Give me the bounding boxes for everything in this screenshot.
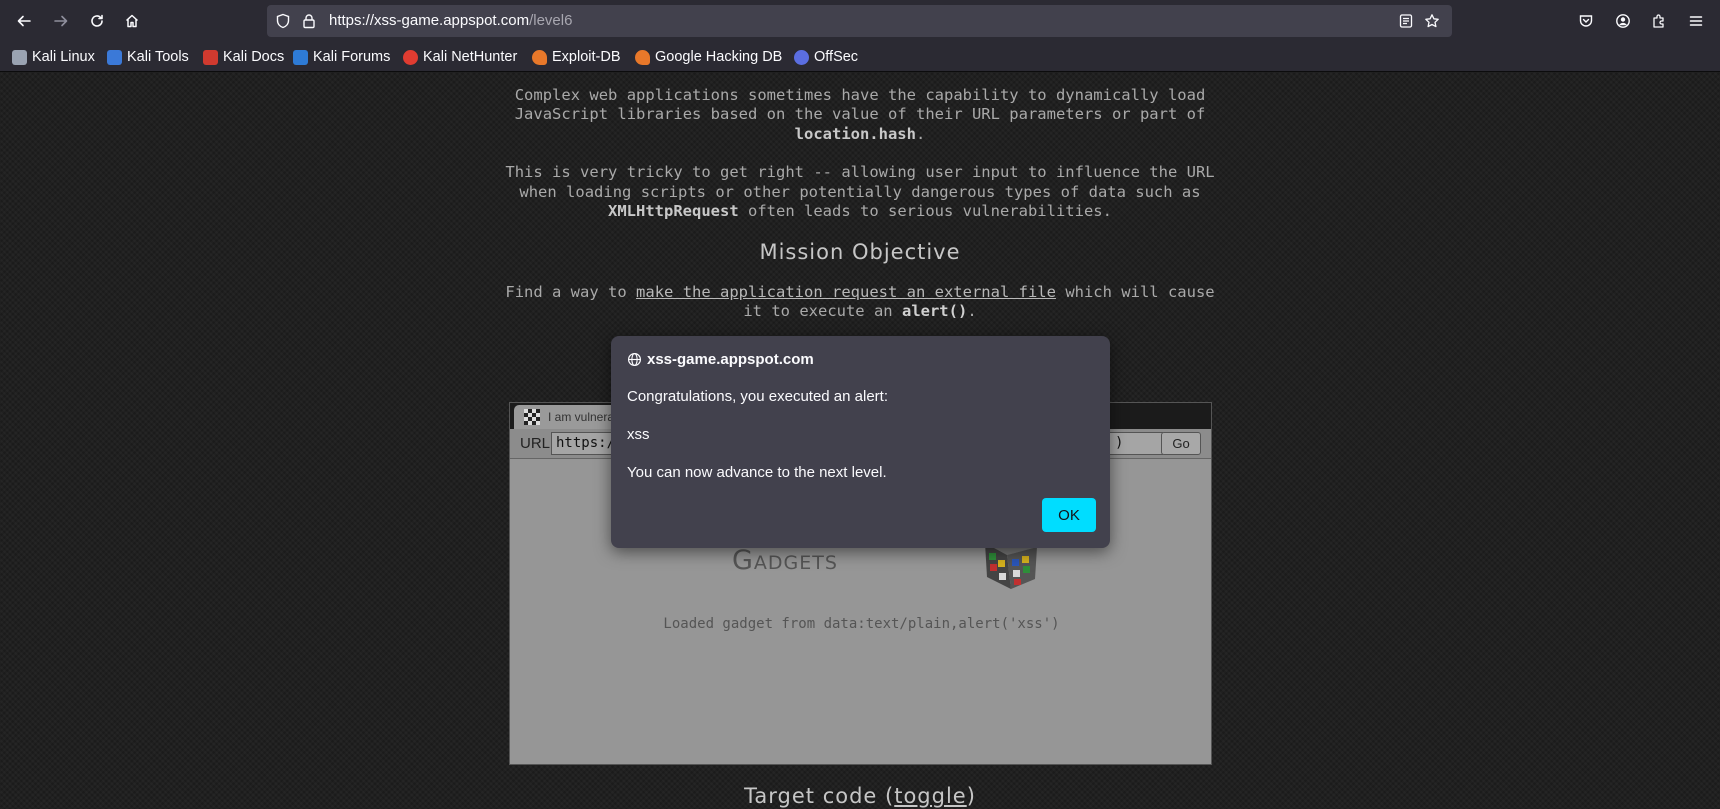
frame-url-value: https:/ [556, 435, 616, 451]
intro-text-segment: . [915, 124, 926, 143]
ok-button[interactable]: OK [1042, 498, 1096, 532]
mission-hint-link[interactable]: make the application request an external… [636, 283, 1056, 301]
pocket-button[interactable] [1572, 7, 1600, 35]
reload-icon [91, 14, 103, 27]
address-bar[interactable]: https://xss-game.appspot.com/level6 [267, 5, 1452, 37]
offsec-icon [794, 49, 809, 65]
toggle-link[interactable]: toggle [894, 784, 967, 808]
puzzle-piece-icon [1653, 14, 1664, 28]
home-icon [125, 14, 139, 28]
intro-paragraph-2: This is very tricky to get right -- allo… [490, 163, 1230, 221]
kali-docs-icon [203, 49, 218, 65]
bookmark-label: Kali Linux [32, 49, 95, 65]
gadgets-heading: Gadgets [732, 545, 838, 576]
lock-icon[interactable] [301, 13, 317, 29]
frame-url-tail: ) [1115, 435, 1124, 451]
kali-dragon-icon [12, 49, 27, 65]
browser-toolbar: https://xss-game.appspot.com/level6 [0, 0, 1720, 42]
nethunter-icon [403, 49, 418, 65]
shield-icon[interactable] [275, 13, 291, 29]
bookmark-label: Kali NetHunter [423, 49, 518, 65]
mission-objective-heading: Mission Objective [759, 240, 961, 264]
account-button[interactable] [1609, 7, 1637, 35]
dialog-header: xss-game.appspot.com [627, 351, 814, 368]
frame-tab-title: I am vulnera [548, 410, 615, 424]
intro-text-segment: This is very tricky to get right -- allo… [505, 163, 1215, 201]
dialog-advance-text: You can now advance to the next level. [627, 464, 887, 481]
intro-paragraph-1: Complex web applications sometimes have … [490, 86, 1230, 144]
dialog-message: Congratulations, you executed an alert: [627, 388, 888, 405]
mission-text-segment: . [967, 302, 977, 321]
target-code-heading: Target code (toggle) [0, 784, 1720, 808]
globe-icon [627, 352, 642, 367]
loaded-gadget-text: Loaded gadget from data:text/plain,alert… [663, 616, 1060, 632]
target-code-label: Target code ( [744, 784, 895, 808]
url-text[interactable]: https://xss-game.appspot.com/level6 [329, 12, 572, 29]
bookmark-exploit-db[interactable]: Exploit-DB [532, 47, 621, 67]
kali-tools-icon [107, 49, 122, 65]
arrow-right-icon [54, 15, 68, 27]
forward-button[interactable] [47, 7, 75, 35]
dialog-alert-value: xss [627, 426, 650, 443]
url-host: https://xss-game.appspot.com [329, 12, 530, 29]
bookmark-star-icon[interactable] [1424, 13, 1440, 29]
dialog-origin: xss-game.appspot.com [647, 351, 814, 368]
exploit-db-icon [532, 49, 547, 65]
url-path: /level6 [529, 12, 573, 29]
bookmark-label: Kali Tools [127, 49, 189, 65]
hamburger-menu-icon [1689, 16, 1703, 26]
bookmark-google-hacking-db[interactable]: Google Hacking DB [635, 47, 782, 67]
reader-view-icon[interactable] [1398, 13, 1414, 29]
intro-text-segment: Complex web applications sometimes have … [514, 86, 1206, 124]
mission-objective-text: Find a way to make the application reque… [500, 283, 1220, 322]
bookmark-kali-forums[interactable]: Kali Forums [293, 47, 390, 67]
bookmark-kali-tools[interactable]: Kali Tools [107, 47, 189, 67]
home-button[interactable] [118, 7, 146, 35]
inline-code: XMLHttpRequest [608, 202, 739, 221]
intro-text-segment: often leads to serious vulnerabilities. [748, 202, 1112, 221]
frame-url-label: URL [520, 435, 551, 452]
kali-forums-icon [293, 49, 308, 65]
bookmark-label: Kali Forums [313, 49, 391, 65]
mission-text-segment: Find a way to [505, 283, 627, 301]
back-button[interactable] [10, 7, 38, 35]
target-code-close: ) [966, 784, 976, 808]
pocket-icon [1579, 15, 1593, 27]
inline-code: alert() [901, 302, 968, 321]
alert-dialog: xss-game.appspot.com Congratulations, yo… [611, 336, 1110, 548]
intro-text: Complex web applications sometimes have … [490, 86, 1230, 221]
bookmark-kali-linux[interactable]: Kali Linux [12, 47, 95, 67]
bookmark-kali-nethunter[interactable]: Kali NetHunter [403, 47, 517, 67]
bookmark-offsec[interactable]: OffSec [794, 47, 858, 67]
bookmark-label: Google Hacking DB [655, 49, 783, 65]
ghdb-icon [635, 49, 650, 65]
bookmarks-toolbar: Kali Linux Kali Tools Kali Docs Kali For… [0, 42, 1720, 72]
bookmark-label: Kali Docs [223, 49, 285, 65]
extensions-button[interactable] [1645, 7, 1673, 35]
account-icon [1616, 14, 1630, 28]
reload-button[interactable] [83, 7, 111, 35]
bookmark-label: OffSec [814, 49, 859, 65]
checker-favicon-icon [524, 409, 540, 425]
inline-code: location.hash [794, 124, 916, 143]
frame-go-button[interactable]: Go [1161, 432, 1201, 455]
bookmark-label: Exploit-DB [552, 49, 621, 65]
arrow-left-icon [17, 15, 31, 27]
bookmark-kali-docs[interactable]: Kali Docs [203, 47, 284, 67]
menu-button[interactable] [1682, 7, 1710, 35]
